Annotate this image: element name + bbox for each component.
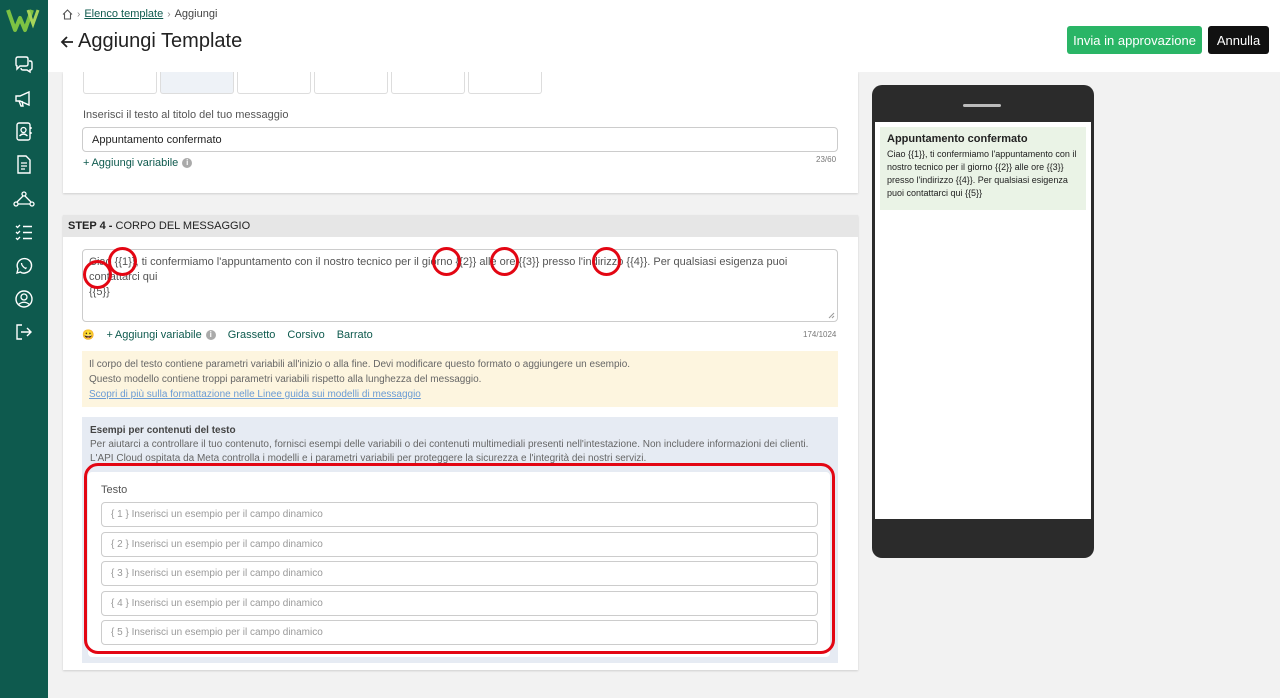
title-field-label: Inserisci il testo al titolo del tuo mes… xyxy=(83,109,289,121)
breadcrumb-current: Aggiungi xyxy=(174,8,218,20)
flow-icon[interactable] xyxy=(12,187,36,211)
resize-handle-icon[interactable] xyxy=(828,312,835,319)
app-logo[interactable] xyxy=(6,6,42,34)
step3-card: Inserisci il testo al titolo del tuo mes… xyxy=(63,72,858,193)
contacts-icon[interactable] xyxy=(12,120,36,144)
add-variable-label: Aggiungi variabile xyxy=(91,157,179,169)
user-circle-icon[interactable] xyxy=(12,287,36,311)
step4-number: STEP 4 - xyxy=(68,220,113,232)
phone-speaker xyxy=(963,104,1001,107)
button-type-option[interactable] xyxy=(468,72,542,94)
info-icon[interactable]: i xyxy=(205,330,216,340)
megaphone-icon[interactable] xyxy=(12,87,36,111)
body-toolbar: 😀 + Aggiungi variabile i Grassetto Corsi… xyxy=(82,329,373,341)
document-icon[interactable] xyxy=(12,153,36,177)
breadcrumb-separator: › xyxy=(167,8,171,20)
breadcrumb-separator: › xyxy=(77,8,81,20)
message-preview-bubble: Appuntamento confermato Ciao {{1}}, ti c… xyxy=(880,127,1086,210)
breadcrumb: › Elenco template › Aggiungi xyxy=(62,8,217,20)
title-char-counter: 23/60 xyxy=(816,155,837,164)
add-variable-title-button[interactable]: + Aggiungi variabile i xyxy=(83,157,193,169)
add-variable-label: Aggiungi variabile xyxy=(114,329,202,341)
page-title: Aggiungi Template xyxy=(78,30,243,52)
warning-text: Il corpo del testo contiene parametri va… xyxy=(89,359,631,370)
submit-approval-button[interactable]: Invia in approvazione xyxy=(1067,26,1202,54)
emoji-picker-button[interactable]: 😀 xyxy=(82,330,94,341)
step4-title: CORPO DEL MESSAGGIO xyxy=(112,220,251,232)
cancel-button[interactable]: Annulla xyxy=(1208,26,1269,54)
main-content: › Elenco template › Aggiungi Aggiungi Te… xyxy=(48,0,1280,698)
home-icon[interactable] xyxy=(62,8,73,20)
button-type-option[interactable] xyxy=(391,72,465,94)
examples-title: Esempi per contenuti del testo xyxy=(90,425,236,436)
preview-body: Ciao {{1}}, ti confermiamo l'appuntament… xyxy=(887,149,1077,198)
logout-icon[interactable] xyxy=(12,320,36,344)
add-variable-body-button[interactable]: + Aggiungi variabile i xyxy=(106,329,216,341)
checklist-icon[interactable] xyxy=(12,220,36,244)
phone-preview: Appuntamento confermato Ciao {{1}}, ti c… xyxy=(872,85,1094,558)
breadcrumb-link-templates[interactable]: Elenco template xyxy=(84,8,163,20)
body-text-line: {{5}} xyxy=(89,286,110,298)
button-type-selector xyxy=(83,72,542,94)
italic-button[interactable]: Corsivo xyxy=(287,329,324,341)
phone-screen: Appuntamento confermato Ciao {{1}}, ti c… xyxy=(875,122,1091,519)
plus-icon: + xyxy=(83,157,90,169)
button-type-option[interactable] xyxy=(237,72,311,94)
button-type-option[interactable] xyxy=(160,72,234,94)
body-char-counter: 174/1024 xyxy=(803,330,837,339)
examples-description: Per aiutarci a controllare il tuo conten… xyxy=(90,439,809,464)
chat-icon[interactable] xyxy=(12,53,36,77)
annotation-circle xyxy=(490,247,519,276)
button-type-option[interactable] xyxy=(314,72,388,94)
step4-header: STEP 4 - CORPO DEL MESSAGGIO xyxy=(63,215,858,237)
sidebar xyxy=(0,0,48,698)
plus-icon: + xyxy=(106,329,113,341)
arrow-left-icon[interactable] xyxy=(60,35,74,49)
annotation-circle xyxy=(83,260,112,289)
annotation-circle xyxy=(108,247,137,276)
preview-title: Appuntamento confermato xyxy=(887,133,1028,145)
strikethrough-button[interactable]: Barrato xyxy=(337,329,373,341)
whatsapp-icon[interactable] xyxy=(12,254,36,278)
annotation-circle xyxy=(592,247,621,276)
annotation-circle xyxy=(432,247,461,276)
title-input[interactable] xyxy=(82,127,838,152)
warning-box: Il corpo del testo contiene parametri va… xyxy=(82,351,838,407)
bold-button[interactable]: Grassetto xyxy=(228,329,276,341)
page-title-row: Aggiungi Template xyxy=(60,30,242,53)
button-type-option[interactable] xyxy=(83,72,157,94)
guidelines-link[interactable]: Scopri di più sulla formattazione nelle … xyxy=(89,387,831,402)
warning-text: Questo modello contiene troppi parametri… xyxy=(89,374,482,385)
info-icon[interactable]: i xyxy=(182,158,193,168)
annotation-rectangle xyxy=(84,463,835,654)
